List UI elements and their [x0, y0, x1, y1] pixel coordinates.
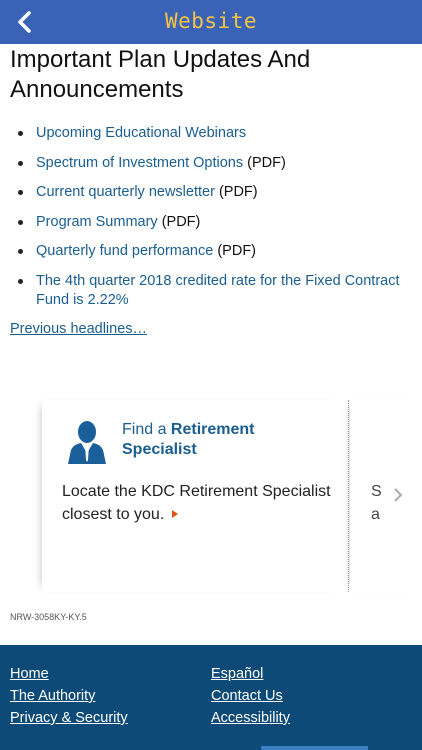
update-suffix: (PDF)	[214, 184, 258, 200]
bullet	[18, 219, 23, 225]
promo-card-next[interactable]: S a	[350, 400, 422, 592]
bullet	[18, 249, 23, 254]
previous-headlines-link[interactable]: Previous headlines…	[10, 321, 147, 337]
footer-link-authority[interactable]: The Authority	[10, 688, 95, 704]
person-icon	[68, 421, 106, 464]
bullet	[18, 278, 23, 284]
footer-link-contact[interactable]: Contact Us	[211, 688, 283, 704]
footer-link-espanol[interactable]: Español	[211, 666, 263, 682]
top-bar: Website	[0, 0, 422, 44]
footer-tab-indicator	[261, 746, 368, 750]
promo-card-next-text: S a	[371, 480, 382, 526]
update-link-webinars[interactable]: Upcoming Educational Webinars	[36, 125, 246, 141]
promo-carousel[interactable]: Find a Retirement Specialist Locate the …	[0, 400, 422, 592]
list-item: Spectrum of Investment Options (PDF)	[0, 154, 422, 173]
list-item: Quarterly fund performance (PDF)	[0, 242, 422, 261]
footer-link-home[interactable]: Home	[10, 666, 49, 682]
footer-link-accessibility[interactable]: Accessibility	[211, 710, 290, 726]
updates-list: Upcoming Educational Webinars Spectrum o…	[0, 124, 422, 320]
update-link-credited-rate[interactable]: The 4th quarter 2018 credited rate for t…	[36, 273, 400, 308]
footer: Home The Authority Privacy & Security Es…	[0, 645, 422, 750]
update-suffix: (PDF)	[157, 213, 201, 230]
list-item: The 4th quarter 2018 credited rate for t…	[0, 272, 422, 310]
promo-title-prefix: Find a	[122, 421, 171, 438]
footer-link-privacy[interactable]: Privacy & Security	[10, 710, 128, 726]
bullet	[18, 131, 23, 136]
promo-body-text: Locate the KDC Retirement Specialist clo…	[62, 483, 331, 523]
update-link-program-summary[interactable]: Program Summary	[36, 214, 158, 230]
bullet	[18, 190, 23, 195]
document-code: NRW-3058KY-KY.5	[10, 612, 87, 622]
page-title: Website	[164, 9, 257, 33]
chevron-right-icon[interactable]	[392, 487, 404, 503]
list-item: Program Summary (PDF)	[0, 213, 422, 232]
update-suffix: (PDF)	[213, 243, 256, 259]
update-link-newsletter[interactable]: Current quarterly newsletter	[36, 184, 215, 200]
update-suffix: (PDF)	[243, 154, 286, 171]
promo-card-retirement-specialist[interactable]: Find a Retirement Specialist Locate the …	[42, 400, 349, 592]
promo-next-line1: S	[371, 483, 382, 500]
section-heading: Important Plan Updates And Announcements	[10, 46, 311, 103]
promo-card-body: Locate the KDC Retirement Specialist clo…	[62, 480, 342, 526]
list-item: Upcoming Educational Webinars	[0, 124, 422, 143]
list-item: Current quarterly newsletter (PDF)	[0, 183, 422, 202]
bullet	[18, 160, 23, 166]
update-link-fund-performance[interactable]: Quarterly fund performance	[36, 243, 213, 259]
promo-next-line2: a	[371, 506, 380, 523]
promo-card-title: Find a Retirement Specialist	[122, 420, 332, 460]
arrow-right-icon[interactable]	[172, 510, 179, 518]
update-link-investment-options[interactable]: Spectrum of Investment Options	[36, 155, 243, 171]
